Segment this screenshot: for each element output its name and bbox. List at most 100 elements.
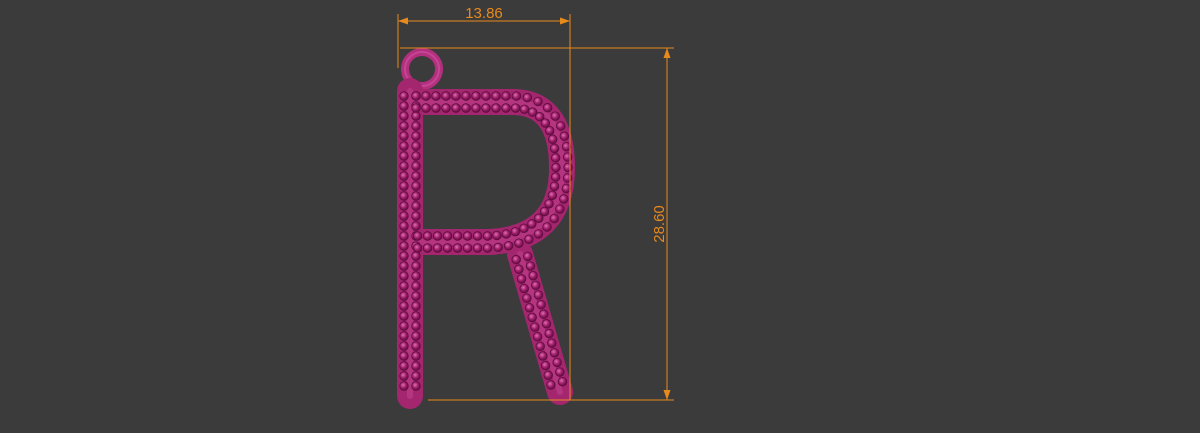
pave-stone xyxy=(399,141,409,151)
pave-stone xyxy=(552,357,562,368)
pave-stone xyxy=(511,254,521,265)
pave-stone xyxy=(514,238,524,248)
pave-stone xyxy=(510,103,521,113)
pave-stone xyxy=(411,341,421,351)
pave-stone xyxy=(528,270,538,281)
pave-stone xyxy=(516,274,527,284)
pave-stone xyxy=(411,311,421,321)
pave-stone xyxy=(542,222,552,232)
pave-stone xyxy=(399,91,409,101)
pave-stone xyxy=(399,281,409,291)
pave-stone xyxy=(543,370,553,380)
pave-stone xyxy=(399,151,409,161)
pave-stone xyxy=(411,321,421,331)
pave-stone xyxy=(461,91,471,101)
height-dimension-label: 28.60 xyxy=(651,205,668,243)
pave-stone xyxy=(533,96,543,107)
pave-stone xyxy=(399,331,409,341)
pave-stone xyxy=(491,91,501,101)
pave-stone xyxy=(547,338,557,348)
height-arrow-top xyxy=(663,48,671,58)
pave-stone xyxy=(562,152,573,162)
pave-stone xyxy=(412,243,423,253)
pave-stone xyxy=(411,141,421,151)
pave-stone xyxy=(559,131,570,141)
pave-stone xyxy=(399,231,409,241)
pave-stone xyxy=(411,291,421,301)
pave-stone xyxy=(482,243,493,253)
pave-stone xyxy=(452,243,463,253)
pave-stone xyxy=(550,153,561,163)
pave-stone xyxy=(530,322,540,332)
pave-stone xyxy=(562,173,573,183)
pave-stone xyxy=(411,201,421,211)
pave-stone xyxy=(421,91,431,101)
pave-stone xyxy=(451,91,461,101)
pave-stone xyxy=(545,125,555,136)
pave-stone xyxy=(399,361,409,371)
pave-stone xyxy=(432,231,443,241)
pave-stone xyxy=(527,312,537,323)
pave-stone xyxy=(548,134,558,144)
pave-stone xyxy=(525,261,536,271)
pave-stone xyxy=(399,171,409,181)
pave-stone xyxy=(399,241,409,251)
cad-viewport[interactable]: 13.86 28.60 xyxy=(0,0,1200,433)
pave-stone xyxy=(411,103,421,113)
pave-stone xyxy=(555,367,565,377)
pave-stone xyxy=(493,242,503,253)
pave-stone xyxy=(411,331,421,341)
pave-stone xyxy=(411,211,421,221)
pave-stone xyxy=(531,280,541,291)
pave-stone xyxy=(399,221,409,231)
pave-stone xyxy=(462,231,473,241)
pave-stone xyxy=(556,121,566,131)
pave-stone xyxy=(431,91,441,101)
pave-stone xyxy=(412,231,423,241)
pave-stone xyxy=(481,91,491,101)
pave-stone xyxy=(522,293,532,303)
pave-stone xyxy=(411,271,421,281)
pave-stone xyxy=(411,161,421,171)
pave-stone xyxy=(472,231,483,241)
pendant-model[interactable] xyxy=(397,48,575,409)
pave-stone xyxy=(442,243,453,253)
pave-stone xyxy=(550,111,560,121)
pave-stone xyxy=(399,181,409,191)
pave-stone xyxy=(411,121,421,131)
pave-stone xyxy=(411,261,421,271)
pave-stone xyxy=(411,131,421,141)
pave-stone xyxy=(501,91,511,101)
pave-stone xyxy=(399,131,409,141)
pave-stone xyxy=(510,226,521,237)
pave-stone xyxy=(399,251,409,261)
pave-stone xyxy=(519,104,530,114)
pave-stone xyxy=(399,301,409,311)
pave-stone xyxy=(542,103,553,113)
pave-stone xyxy=(399,111,409,121)
pave-stone xyxy=(472,243,483,253)
pave-stone xyxy=(461,103,471,113)
pave-stone xyxy=(411,251,421,261)
pave-stone xyxy=(399,321,409,331)
pave-stone xyxy=(452,231,463,241)
width-arrow-left xyxy=(398,17,408,25)
pave-stone xyxy=(511,91,522,101)
pave-stone xyxy=(559,194,569,204)
pave-stone xyxy=(533,229,544,239)
pave-stone xyxy=(411,191,421,201)
pave-stone xyxy=(524,303,535,313)
pave-stone xyxy=(501,103,511,113)
pave-stone xyxy=(399,121,409,131)
pave-stone xyxy=(519,223,529,234)
pave-stone xyxy=(535,341,545,352)
pave-stone xyxy=(547,190,558,200)
pave-stone xyxy=(399,201,409,211)
pave-stone xyxy=(411,111,421,121)
pave-stone xyxy=(411,371,421,381)
pave-stone xyxy=(522,92,533,103)
pave-stone xyxy=(551,162,561,173)
pave-stone xyxy=(399,311,409,321)
pave-stone xyxy=(549,143,560,154)
pave-stone xyxy=(540,360,551,371)
